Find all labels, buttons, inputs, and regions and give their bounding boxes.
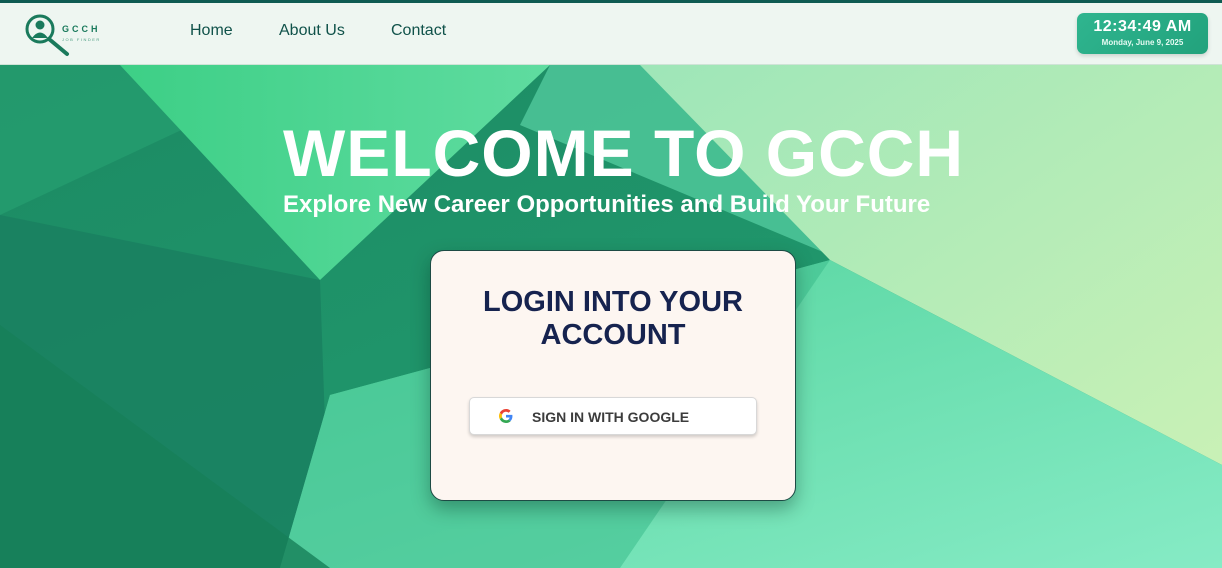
google-sign-in-label: SIGN IN WITH GOOGLE [532,409,690,425]
google-sign-in-button[interactable]: SIGN IN WITH GOOGLE [469,397,757,435]
logo[interactable]: GCCH JOB FINDER [24,13,104,59]
login-title: LOGIN INTO YOUR ACCOUNT [483,286,743,351]
login-card: LOGIN INTO YOUR ACCOUNT SIGN IN WITH GOO… [430,250,796,501]
hero-subtitle: Explore New Career Opportunities and Bui… [283,191,931,218]
logo-text: GCCH [62,24,101,34]
clock-date: Monday, June 9, 2025 [1101,38,1184,47]
nav-link-about-us[interactable]: About Us [279,22,345,40]
google-icon [499,409,513,423]
magnifier-person-icon [25,14,69,56]
nav-link-contact[interactable]: Contact [391,22,446,40]
logo-tagline: JOB FINDER [62,37,101,42]
hero-title: WELCOME TO GCCH [283,116,965,190]
top-navbar: GCCH JOB FINDER Home About Us Contact 12… [0,0,1222,65]
nav-link-home[interactable]: Home [190,22,233,40]
hero-section: WELCOME TO GCCH Explore New Career Oppor… [0,65,1222,568]
clock-time: 12:34:49 AM [1093,18,1192,35]
clock-widget: 12:34:49 AM Monday, June 9, 2025 [1077,13,1208,54]
